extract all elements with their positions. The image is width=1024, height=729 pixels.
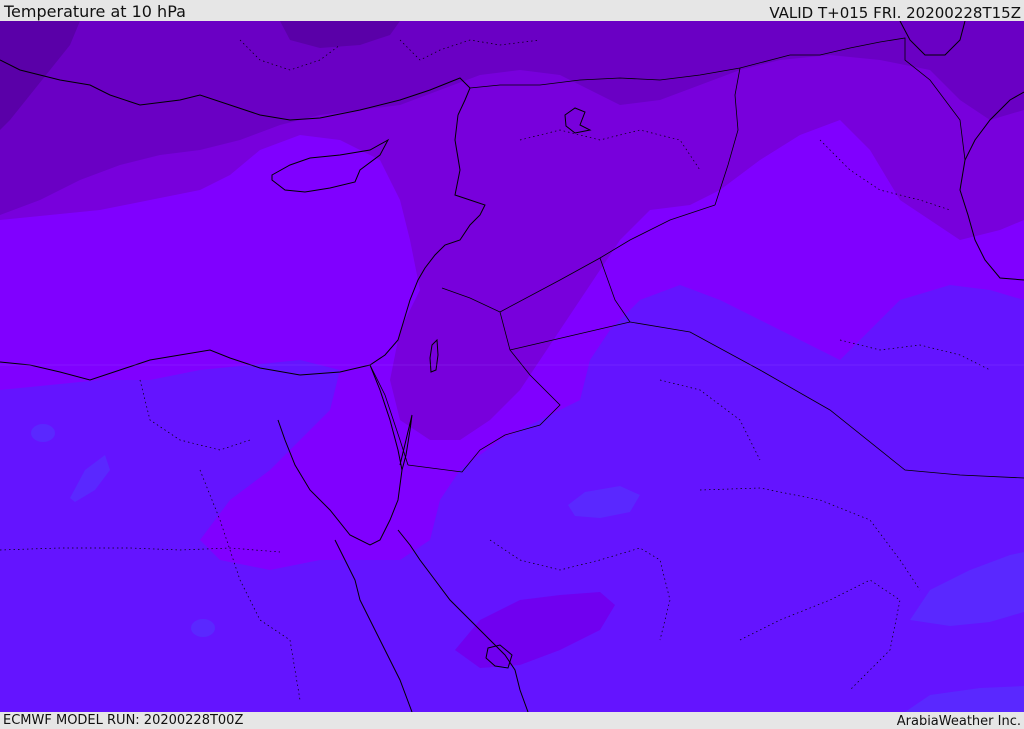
weather-map[interactable] (0, 21, 1024, 712)
valid-time: VALID T+015 FRI. 20200228T15Z (769, 4, 1021, 22)
temperature-patch-blue-sw2 (191, 619, 215, 637)
model-run: ECMWF MODEL RUN: 20200228T00Z (3, 713, 244, 728)
map-title: Temperature at 10 hPa (4, 2, 186, 21)
footer-bar: ECMWF MODEL RUN: 20200228T00Z ArabiaWeat… (0, 712, 1024, 729)
header-bar: Temperature at 10 hPa VALID T+015 FRI. 2… (0, 0, 1024, 21)
temperature-patch-blue-w (31, 424, 55, 442)
credit: ArabiaWeather Inc. (896, 714, 1021, 729)
